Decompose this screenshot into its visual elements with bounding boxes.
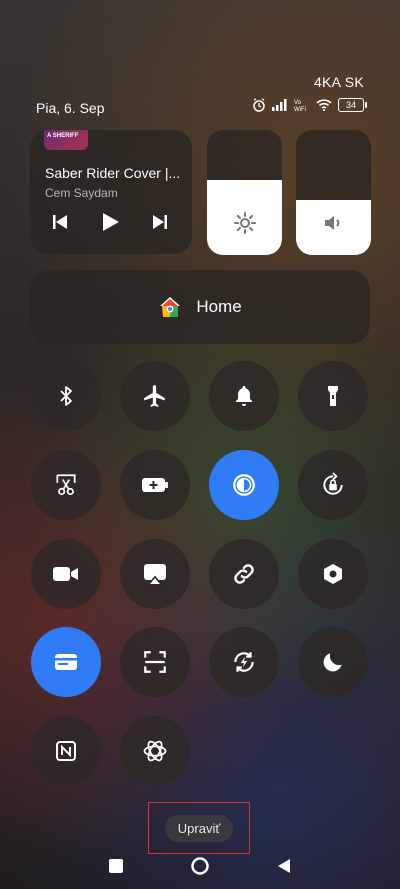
previous-track-icon[interactable] <box>52 214 68 230</box>
chatgpt-tile[interactable] <box>120 716 190 786</box>
screen-recorder-tile[interactable] <box>31 539 101 609</box>
settings-tile[interactable] <box>298 539 368 609</box>
speaker-icon <box>324 216 339 230</box>
link-icon <box>234 564 254 584</box>
navigation-bar <box>0 846 400 886</box>
contrast-icon <box>233 474 255 496</box>
home-nav-icon[interactable] <box>190 856 210 876</box>
svg-text:WiFi: WiFi <box>294 107 306 112</box>
edit-button[interactable]: Upraviť <box>164 814 234 842</box>
dark-mode-tile[interactable] <box>209 450 279 520</box>
sound-tile[interactable] <box>209 361 279 431</box>
rotation-lock-tile[interactable] <box>298 450 368 520</box>
airplane-mode-tile[interactable] <box>120 361 190 431</box>
nfc-tile[interactable] <box>31 716 101 786</box>
moon-icon <box>323 653 342 672</box>
battery-saver-icon <box>142 478 168 492</box>
svg-text:Vo: Vo <box>294 100 302 106</box>
carrier-name: 4KA SK <box>313 74 364 90</box>
flashlight-tile[interactable] <box>298 361 368 431</box>
airplane-icon <box>144 385 165 407</box>
date-label: Pia, 6. Sep <box>36 100 105 116</box>
wifi-icon <box>316 99 332 111</box>
rotation-lock-icon <box>323 472 343 495</box>
album-art: A SHERIFF <box>44 130 88 150</box>
battery-saver-tile[interactable] <box>120 450 190 520</box>
scanner-icon <box>144 651 166 673</box>
data-saver-tile[interactable] <box>209 627 279 697</box>
scanner-tile[interactable] <box>120 627 190 697</box>
bell-icon <box>236 386 252 406</box>
next-track-icon[interactable] <box>152 214 168 230</box>
cast-icon <box>144 564 166 586</box>
signal-icon <box>272 99 287 111</box>
night-mode-tile[interactable] <box>298 627 368 697</box>
brightness-icon <box>233 212 256 234</box>
media-player-card[interactable]: A SHERIFF Saber Rider Cover |... Cem Say… <box>30 130 192 254</box>
bluetooth-tile[interactable] <box>31 361 101 431</box>
status-icons: Vo WiFi 34 <box>252 98 367 112</box>
video-camera-icon <box>53 567 78 581</box>
home-label: Home <box>196 297 242 316</box>
scissors-screenshot-icon <box>56 474 76 496</box>
nfc-icon <box>56 741 76 761</box>
bluetooth-icon <box>60 386 72 406</box>
flashlight-icon <box>328 386 338 406</box>
alarm-icon <box>253 98 265 112</box>
wallet-tile[interactable] <box>31 627 101 697</box>
link-tile[interactable] <box>209 539 279 609</box>
song-title: Saber Rider Cover |... <box>45 165 181 181</box>
google-home-tile[interactable]: Home <box>30 270 370 344</box>
wallet-icon <box>55 654 77 670</box>
sync-lightning-icon <box>234 652 254 672</box>
chatgpt-icon <box>143 740 167 762</box>
back-icon[interactable] <box>276 858 292 874</box>
battery-icon: 34 <box>338 98 367 112</box>
volte-wifi-icon: VoWiFi <box>294 100 306 112</box>
brightness-slider[interactable] <box>207 130 282 255</box>
artist-name: Cem Saydam <box>45 186 118 200</box>
recents-icon[interactable] <box>108 858 124 874</box>
screenshot-tile[interactable] <box>31 450 101 520</box>
play-icon[interactable] <box>100 212 120 232</box>
cast-tile[interactable] <box>120 539 190 609</box>
hexagon-settings-icon <box>324 564 342 584</box>
google-home-icon <box>160 297 181 317</box>
volume-slider[interactable] <box>296 130 371 255</box>
